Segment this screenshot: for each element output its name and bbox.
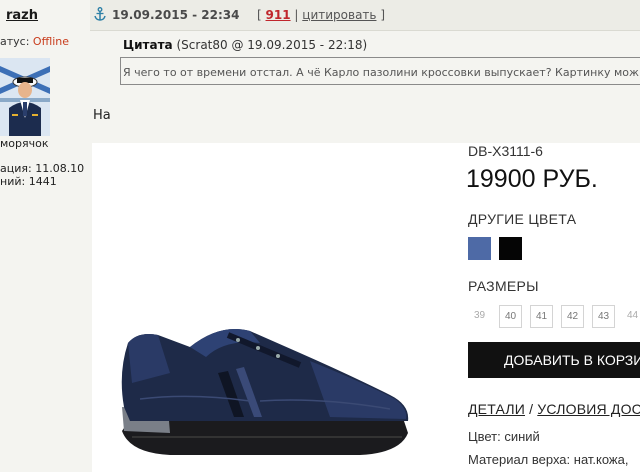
bracket-open: [ — [257, 8, 262, 22]
quote-header: Цитата (Scrat80 @ 19.09.2015 - 22:18) — [123, 38, 367, 52]
post-date: 19.09.2015 - 22:34 — [112, 8, 240, 22]
registration-date: ация: 11.08.10 — [0, 162, 85, 175]
details-links: ДЕТАЛИ / УСЛОВИЯ ДОС — [468, 401, 640, 417]
size-option[interactable]: 42 — [561, 305, 584, 328]
product-material: Материал верха: нат.кожа, — [468, 452, 629, 467]
size-option[interactable]: 43 — [592, 305, 615, 328]
status-offline: Offline — [32, 35, 70, 48]
add-to-cart-button[interactable]: ДОБАВИТЬ В КОРЗИН — [468, 342, 640, 378]
size-option[interactable]: 41 — [530, 305, 553, 328]
message-count: ний: 1441 — [0, 175, 57, 188]
status-label: атус: — [0, 35, 33, 48]
size-option[interactable]: 39 — [468, 305, 491, 328]
details-link[interactable]: ДЕТАЛИ — [468, 401, 525, 417]
reply-text: На — [93, 108, 111, 123]
size-option[interactable]: 44 — [621, 305, 640, 328]
bracket-close: ] — [380, 8, 385, 22]
post-number-link[interactable]: 911 — [266, 8, 291, 22]
user-status: атус: Offline — [0, 35, 69, 48]
product-price: 19900 РУБ. — [466, 165, 598, 193]
user-profile-panel: razh атус: Offline морячок ация: 11.08.1… — [0, 0, 90, 472]
other-colors-title: ДРУГИЕ ЦВЕТА — [468, 211, 577, 227]
avatar[interactable] — [0, 58, 50, 136]
sizes-title: РАЗМЕРЫ — [468, 278, 539, 294]
anchor-icon[interactable] — [94, 7, 106, 21]
avatar-image — [0, 58, 50, 136]
color-swatch-blue[interactable] — [468, 237, 491, 260]
sneaker-illustration — [121, 329, 409, 455]
product-image[interactable]: DB-X3111-6 19900 РУБ. ДРУГИЕ ЦВЕТА РАЗМЕ… — [92, 143, 640, 472]
username-link[interactable]: razh — [6, 8, 38, 23]
product-sku: DB-X3111-6 — [468, 143, 543, 159]
quote-box: Я чего то от времени отстал. А чё Карло … — [120, 57, 640, 85]
quote-link[interactable]: цитировать — [302, 8, 376, 22]
quote-meta: (Scrat80 @ 19.09.2015 - 22:18) — [176, 38, 368, 52]
quote-text: Я чего то от времени отстал. А чё Карло … — [123, 66, 640, 79]
post-header: 19.09.2015 - 22:34 [ 911 | цитировать ] — [90, 0, 640, 31]
quote-label: Цитата — [123, 38, 173, 52]
product-color: Цвет: синий — [468, 429, 540, 444]
user-rank: морячок — [0, 137, 49, 150]
details-separator: / — [525, 401, 538, 417]
color-swatch-black[interactable] — [499, 237, 522, 260]
size-option[interactable]: 40 — [499, 305, 522, 328]
conditions-link[interactable]: УСЛОВИЯ ДОС — [537, 401, 640, 417]
links-separator: | — [294, 8, 299, 22]
post-links: [ 911 | цитировать ] — [257, 8, 385, 22]
